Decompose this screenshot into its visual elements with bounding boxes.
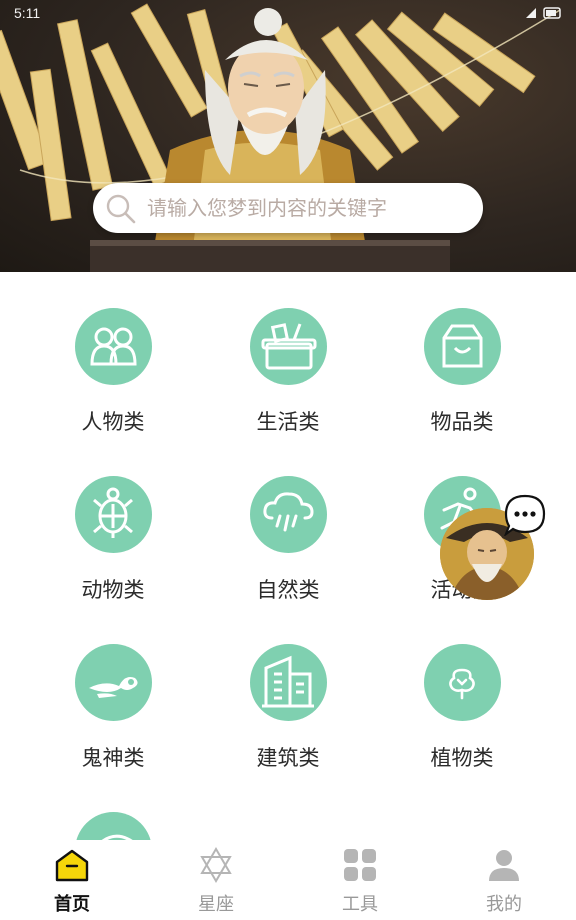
nav-label: 首页 — [54, 894, 90, 915]
status-time: 5:11 — [14, 5, 41, 21]
search-input[interactable] — [147, 191, 467, 225]
turtle-icon — [75, 476, 152, 553]
home-icon — [55, 849, 89, 882]
building-icon — [250, 644, 327, 721]
category-partial-icon — [75, 812, 152, 840]
category-label: 自然类 — [256, 578, 320, 602]
nav-label: 工具 — [342, 894, 378, 915]
category-label: 物品类 — [430, 410, 494, 434]
category-nature[interactable]: 自然类 — [228, 440, 348, 602]
nav-label: 星座 — [198, 894, 234, 915]
grid-icon — [344, 849, 376, 881]
status-bar: 5:11 — [0, 0, 576, 26]
nav-label: 我的 — [486, 894, 522, 915]
bag-icon — [424, 308, 501, 385]
category-life[interactable]: 生活类 — [228, 272, 348, 434]
category-label: 建筑类 — [256, 746, 320, 770]
category-architecture[interactable]: 建筑类 — [228, 608, 348, 770]
nav-constellation[interactable]: 星座 — [144, 840, 288, 920]
search-icon — [106, 194, 136, 224]
user-icon — [489, 850, 519, 881]
category-label: 人物类 — [81, 410, 145, 434]
category-label: 动物类 — [81, 578, 145, 602]
category-items[interactable]: 物品类 — [402, 272, 522, 434]
rain-cloud-icon — [250, 476, 327, 553]
tree-icon — [424, 644, 501, 721]
star-of-david-icon — [200, 847, 232, 883]
category-more[interactable] — [53, 776, 173, 840]
category-label: 生活类 — [256, 410, 320, 434]
cloud-spirit-icon — [75, 644, 152, 721]
nav-profile[interactable]: 我的 — [432, 840, 576, 920]
category-ghosts[interactable]: 鬼神类 — [53, 608, 173, 770]
category-label: 植物类 — [430, 746, 494, 770]
people-icon — [75, 308, 152, 385]
chat-bubble-icon[interactable] — [504, 494, 546, 536]
basket-icon — [250, 308, 327, 385]
hero-banner: 5:11 — [0, 0, 576, 272]
category-plants[interactable]: 植物类 — [402, 608, 522, 770]
category-label: 鬼神类 — [81, 746, 145, 770]
search-bar[interactable] — [93, 183, 483, 233]
nav-tools[interactable]: 工具 — [288, 840, 432, 920]
category-animals[interactable]: 动物类 — [53, 440, 173, 602]
nav-home[interactable]: 首页 — [0, 840, 144, 920]
signal-battery-icon — [526, 7, 561, 19]
bottom-nav: 首页 星座 工具 我的 — [0, 840, 576, 920]
category-people[interactable]: 人物类 — [53, 272, 173, 434]
